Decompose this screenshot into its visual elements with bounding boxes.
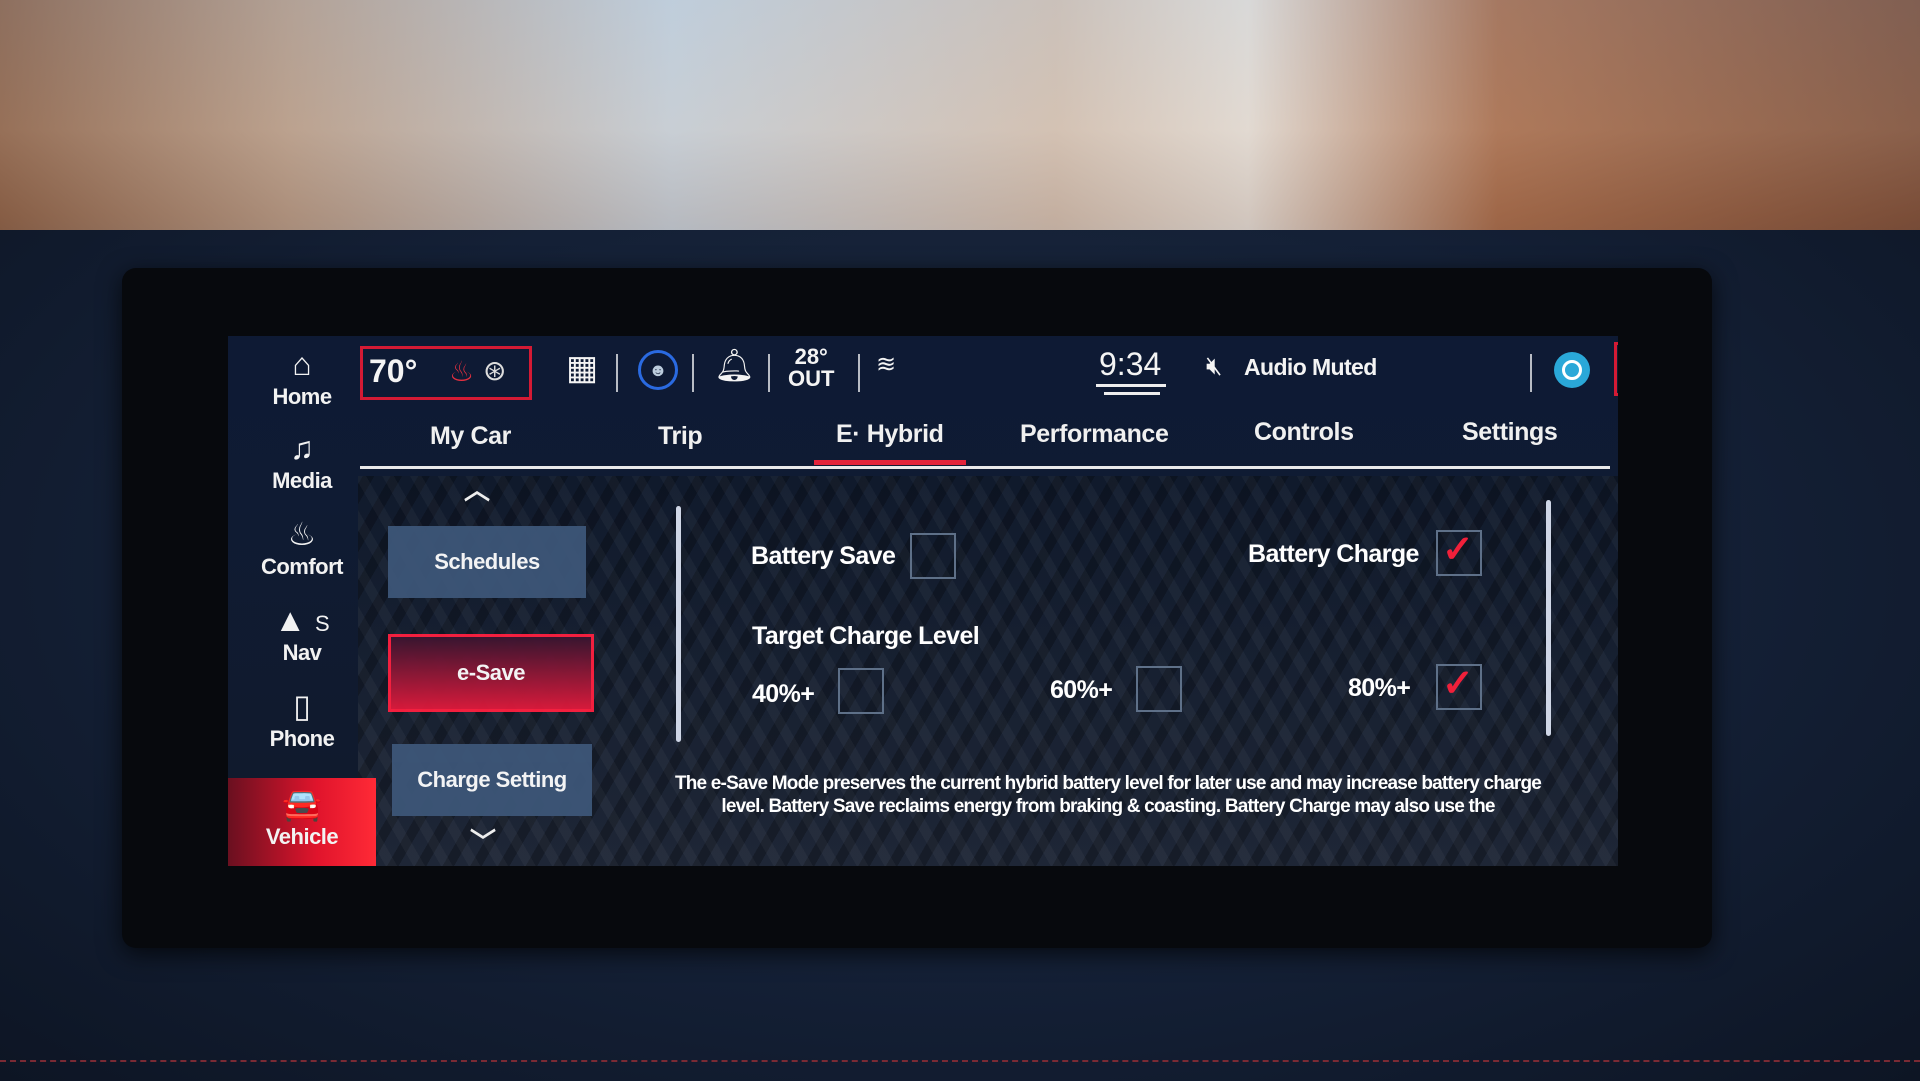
submenu-e-save[interactable]: e-Save — [388, 634, 594, 712]
tab-controls[interactable]: Controls — [1254, 418, 1354, 447]
sidebar-item-comfort[interactable]: ♨ Comfort — [228, 514, 376, 594]
scroll-down-chevron-icon[interactable]: ﹀ — [470, 822, 496, 859]
tab-trip[interactable]: Trip — [658, 422, 703, 451]
audio-status[interactable]: Audio Muted — [1244, 354, 1377, 381]
sidebar-item-nav[interactable]: ▲ S Nav — [228, 600, 376, 680]
outside-temperature: 28° OUT — [788, 344, 835, 391]
level-60-checkbox[interactable] — [1136, 666, 1182, 712]
audio-muted-icon: 🔇︎ — [1206, 350, 1223, 380]
sidebar-item-phone[interactable]: ▯ Phone — [228, 686, 376, 766]
clock[interactable]: 9:34 — [1099, 346, 1161, 383]
e-save-description: The e-Save Mode preserves the current hy… — [674, 773, 1542, 817]
wifi-icon: ≋ — [876, 351, 897, 378]
divider — [768, 354, 770, 392]
clock-underline — [1104, 392, 1160, 395]
driver-profile-icon[interactable]: ☻ — [638, 350, 678, 390]
divider — [1530, 354, 1532, 392]
battery-charge-checkbox[interactable]: ✓ — [1436, 529, 1482, 576]
level-40-label: 40%+ — [752, 680, 815, 708]
car-icon: 🚘 — [282, 786, 322, 822]
notification-bell-icon[interactable]: 🔔︎ — [714, 346, 755, 384]
driver-climate-control[interactable]: 70° ♨ ⊛ — [360, 346, 532, 400]
tab-settings[interactable]: Settings — [1462, 418, 1558, 447]
heated-steering-icon: ⊛ — [483, 355, 507, 386]
submenu-scrollbar[interactable] — [676, 506, 681, 742]
clock-underline — [1096, 384, 1166, 387]
tab-e-hybrid[interactable]: E· Hybrid — [836, 420, 944, 449]
divider — [692, 354, 694, 392]
dashboard-stitching — [0, 1060, 1920, 1062]
tab-my-car[interactable]: My Car — [430, 422, 511, 451]
submenu-charge-setting[interactable]: Charge Setting — [392, 744, 592, 816]
nav-arrow-icon: ▲ S — [274, 602, 330, 638]
battery-save-label: Battery Save — [751, 542, 896, 570]
battery-save-checkbox[interactable] — [910, 533, 956, 579]
battery-charge-label: Battery Charge — [1248, 540, 1419, 568]
infotainment-screen: ⌂ Home ♫ Media ♨ Comfort ▲ S Nav ▯ Phone… — [228, 336, 1618, 866]
seat-comfort-icon: ♨ — [287, 516, 317, 552]
voice-assistant-icon[interactable] — [1554, 352, 1590, 388]
heated-seat-icon: ♨ — [449, 356, 475, 387]
tab-divider — [360, 466, 1610, 469]
music-note-icon: ♫ — [290, 430, 314, 466]
sidebar-item-home[interactable]: ⌂ Home — [228, 344, 376, 424]
checkmark-icon: ✓ — [1442, 663, 1474, 705]
divider — [858, 354, 860, 392]
sidebar: ⌂ Home ♫ Media ♨ Comfort ▲ S Nav ▯ Phone… — [228, 336, 376, 866]
sidebar-item-vehicle[interactable]: 🚘 Vehicle — [228, 778, 376, 866]
active-tab-indicator — [814, 460, 966, 465]
app-grid-icon[interactable]: ▦ — [566, 348, 598, 388]
phone-icon: ▯ — [293, 688, 311, 724]
home-icon: ⌂ — [292, 346, 312, 382]
sidebar-item-media[interactable]: ♫ Media — [228, 428, 376, 508]
level-60-label: 60%+ — [1050, 676, 1113, 704]
tab-performance[interactable]: Performance — [1020, 420, 1169, 449]
level-40-checkbox[interactable] — [838, 668, 884, 714]
submenu-schedules[interactable]: Schedules — [388, 526, 586, 598]
content-scrollbar[interactable] — [1546, 500, 1551, 736]
target-charge-level-title: Target Charge Level — [752, 622, 980, 650]
passenger-climate-control[interactable]: ♨ 70° — [1614, 342, 1618, 396]
status-bar: 70° ♨ ⊛ ▦ ☻ 🔔︎ 28° OUT ≋ 9:34 🔇︎ Audio Mu… — [360, 336, 1618, 406]
scroll-up-chevron-icon[interactable]: ︿ — [464, 470, 490, 507]
level-80-checkbox[interactable]: ✓ — [1436, 663, 1482, 710]
checkmark-icon: ✓ — [1442, 529, 1474, 571]
divider — [616, 354, 618, 392]
level-80-label: 80%+ — [1348, 674, 1411, 702]
